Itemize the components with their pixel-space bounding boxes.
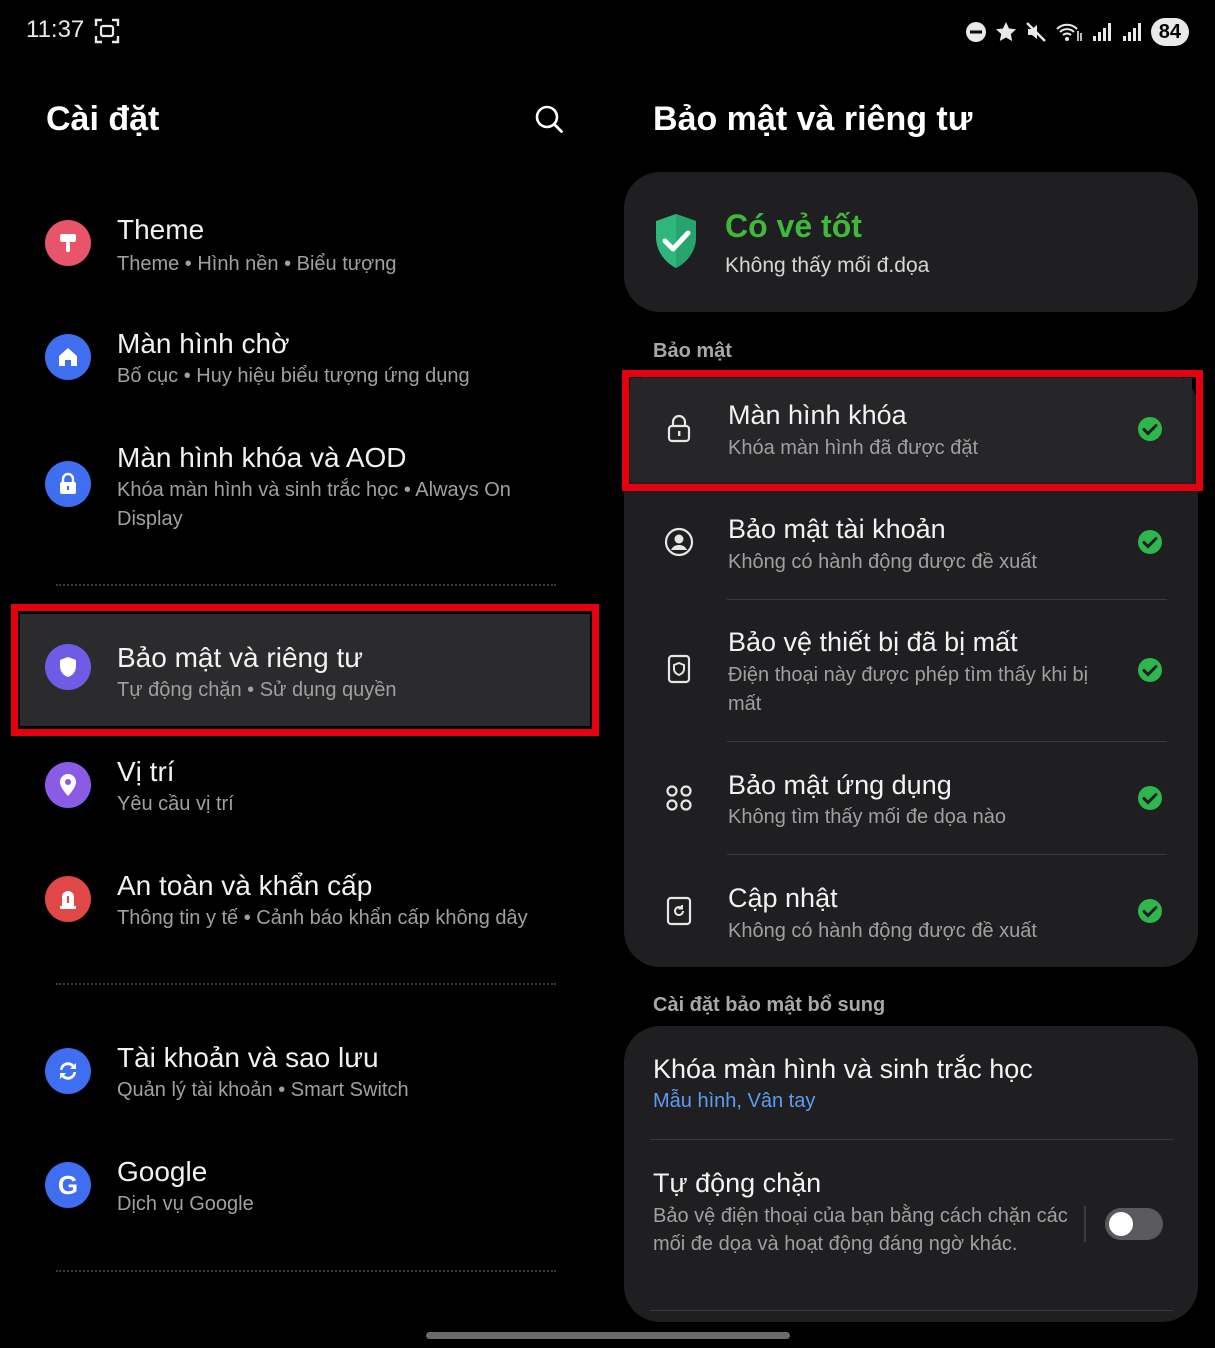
page-title: Cài đặt [46, 100, 160, 138]
row-title: Cập nhật [728, 883, 838, 913]
toggle-separator [1084, 1206, 1086, 1242]
item-title: Màn hình khóa và AOD [117, 442, 407, 473]
settings-item-theme[interactable]: Theme Theme • Hình nền • Biểu tượng [20, 200, 590, 300]
home-icon [45, 334, 91, 380]
status-icons: 84 [965, 16, 1189, 48]
row-divider [727, 741, 1167, 742]
check-circle-icon [1138, 658, 1162, 682]
row-title: Bảo mật tài khoản [728, 514, 946, 544]
settings-item-lock-screen-aod[interactable]: Màn hình khóa và AOD Khóa màn hình và si… [20, 428, 590, 558]
check-circle-icon [1138, 530, 1162, 554]
emergency-light-icon [45, 876, 91, 922]
shield-icon [45, 644, 91, 690]
toggle-knob [1109, 1212, 1133, 1236]
row-divider [650, 1310, 1173, 1311]
update-icon [666, 896, 692, 926]
settings-item-location[interactable]: Vị trí Yêu cầu vị trí [20, 742, 590, 842]
theme-brush-icon [45, 220, 91, 266]
item-subtitle: Theme • Hình nền • Biểu tượng [117, 253, 397, 275]
status-time: 11:37 [26, 16, 85, 43]
auto-blocker-toggle[interactable] [1105, 1208, 1163, 1240]
settings-item-accounts-backup[interactable]: Tài khoản và sao lưu Quản lý tài khoản •… [20, 1028, 590, 1128]
screenshot-icon [94, 18, 120, 44]
item-subtitle: Dịch vụ Google [117, 1193, 254, 1215]
row-title: Bảo mật ứng dụng [728, 770, 952, 800]
row-title: Màn hình khóa [728, 400, 907, 430]
row-title: Khóa màn hình và sinh trắc học [653, 1054, 1033, 1084]
location-pin-icon [45, 762, 91, 808]
dnd-icon [965, 22, 986, 42]
search-icon[interactable] [530, 100, 568, 138]
star-icon [995, 22, 1016, 42]
security-row-updates[interactable] [630, 857, 1192, 962]
row-subtitle: Bảo vệ điện thoại của bạn bằng cách chặn… [653, 1205, 1068, 1255]
padlock-icon [667, 414, 691, 443]
item-subtitle: Tự động chặn • Sử dụng quyền [117, 679, 397, 701]
wifi-icon [1056, 23, 1082, 41]
section-label-extra: Cài đặt bảo mật bổ sung [653, 994, 886, 1016]
item-subtitle: Thông tin y tế • Cảnh báo khẩn cấp không… [117, 907, 528, 929]
row-divider [650, 1139, 1173, 1140]
signal-2-icon [1122, 23, 1141, 41]
item-title: Tài khoản và sao lưu [117, 1042, 379, 1073]
row-subtitle: Không tìm thấy mối đe dọa nào [728, 806, 1006, 828]
item-title: An toàn và khẩn cấp [117, 870, 373, 901]
status-headline: Có vẻ tốt [725, 208, 862, 244]
row-divider [727, 599, 1167, 600]
google-icon: G [45, 1162, 91, 1208]
item-title: Bảo mật và riêng tư [117, 642, 363, 673]
check-circle-icon [1138, 417, 1162, 441]
signal-1-icon [1092, 23, 1111, 41]
section-divider [56, 983, 556, 985]
section-divider [56, 1270, 556, 1272]
row-subtitle-link: Mẫu hình, Vân tay [653, 1090, 816, 1112]
security-row-lock-screen[interactable] [630, 378, 1192, 482]
item-subtitle: Yêu cầu vị trí [117, 793, 234, 815]
settings-item-home-screen[interactable]: Màn hình chờ Bố cục • Huy hiệu biểu tượn… [20, 314, 590, 414]
row-subtitle: Điện thoại này được phép tìm thấy khi bị… [728, 664, 1089, 715]
home-indicator[interactable] [426, 1332, 790, 1339]
item-subtitle: Khóa màn hình và sinh trắc học • Always … [117, 479, 511, 530]
row-subtitle: Khóa màn hình đã được đặt [728, 437, 978, 459]
item-title: Theme [117, 214, 205, 245]
settings-item-security-privacy[interactable]: Bảo mật và riêng tư Tự động chặn • Sử dụ… [20, 628, 590, 728]
check-circle-icon [1138, 786, 1162, 810]
lock-icon [45, 461, 91, 507]
row-subtitle: Không có hành động được đề xuất [728, 920, 1037, 942]
apps-grid-icon [666, 785, 692, 811]
settings-item-safety-emergency[interactable]: An toàn và khẩn cấp Thông tin y tế • Cản… [20, 856, 590, 956]
item-subtitle: Bố cục • Huy hiệu biểu tượng ứng dụng [117, 365, 470, 387]
section-divider [56, 584, 556, 586]
security-row-account[interactable] [630, 494, 1192, 598]
settings-item-google[interactable]: G Google Dịch vụ Google [20, 1142, 590, 1242]
item-subtitle: Quản lý tài khoản • Smart Switch [117, 1079, 409, 1101]
item-title: Màn hình chờ [117, 328, 290, 359]
detail-title: Bảo mật và riêng tư [653, 100, 973, 138]
sync-icon [45, 1048, 91, 1094]
account-circle-icon [664, 527, 694, 557]
row-title: Bảo vệ thiết bị đã bị mất [728, 627, 1018, 657]
item-title: Vị trí [117, 756, 175, 787]
row-divider [727, 854, 1167, 855]
shield-check-icon [656, 214, 696, 268]
security-status-card[interactable] [624, 172, 1198, 312]
check-circle-icon [1138, 899, 1162, 923]
item-title: Google [117, 1156, 208, 1187]
mute-icon [1025, 22, 1046, 42]
section-label-security: Bảo mật [653, 340, 732, 362]
row-title: Tự động chặn [653, 1168, 822, 1198]
row-subtitle: Không có hành động được đề xuất [728, 551, 1037, 573]
battery-level: 84 [1150, 18, 1189, 46]
status-detail: Không thấy mối đ.dọa [725, 254, 930, 277]
phone-shield-icon [667, 654, 691, 684]
